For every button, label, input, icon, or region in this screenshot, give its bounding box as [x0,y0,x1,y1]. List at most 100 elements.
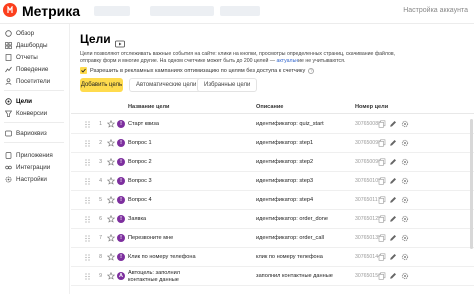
varioquiz-icon [4,129,12,137]
edit-pencil-icon[interactable] [389,158,397,166]
table-row[interactable]: 3! Вопрос 2 идентификатор: step2 307650096 [71,153,474,172]
sidebar-item-visitors[interactable]: Посетители [4,76,68,86]
column-header-name[interactable]: Название цели [128,104,170,110]
drag-handle-icon[interactable] [85,216,90,223]
goal-condition: идентификатор: step4 [256,197,314,203]
table-row[interactable]: 8! Клик по номеру телефона клик по номеру … [71,248,474,267]
copy-icon[interactable] [378,120,386,128]
star-icon[interactable] [107,139,115,147]
sidebar-item-goals[interactable]: Цели [4,96,68,106]
edit-pencil-icon[interactable] [389,234,397,242]
goal-name[interactable]: Вопрос 4 [128,197,152,203]
sidebar-item-apps[interactable]: Приложения [4,150,68,160]
drag-handle-icon[interactable] [85,178,90,185]
gear-icon[interactable] [401,139,409,147]
goal-name[interactable]: Вопрос 2 [128,159,152,165]
drag-handle-icon[interactable] [85,273,90,280]
drag-handle-icon[interactable] [85,121,90,128]
sidebar-item-overview[interactable]: Обзор [4,28,68,38]
edit-pencil-icon[interactable] [389,272,397,280]
sidebar-item-settings[interactable]: Настройки [4,174,68,184]
star-icon[interactable] [107,215,115,223]
copy-icon[interactable] [378,196,386,204]
gear-icon[interactable] [401,234,409,242]
drag-handle-icon[interactable] [85,235,90,242]
info-icon[interactable]: ? [308,67,315,74]
copy-icon[interactable] [378,158,386,166]
goal-condition: идентификатор: order_call [256,235,324,241]
description-text: Цели позволяют отслеживать важные событи… [80,51,396,64]
sidebar-item-label: Вариоквиз [16,129,47,137]
gear-icon[interactable] [401,272,409,280]
sidebar-item-varioquiz[interactable]: Вариоквиз [4,128,68,138]
table-row[interactable]: 1! Старт квиза идентификатор: quiz_start 30… [71,115,474,134]
star-icon[interactable] [107,196,115,204]
table-row[interactable]: 2! Вопрос 1 идентификатор: step1 307650098 [71,134,474,153]
gear-icon[interactable] [401,253,409,261]
goal-name[interactable]: Клик по номеру телефона [128,254,196,260]
row-number: 3 [99,159,102,165]
sidebar-item-integrations[interactable]: Интеграции [4,162,68,172]
gear-icon[interactable] [401,120,409,128]
edit-pencil-icon[interactable] [389,253,397,261]
goal-name[interactable]: Заявка [128,216,146,222]
copy-icon[interactable] [378,272,386,280]
copy-icon[interactable] [378,215,386,223]
goal-name[interactable]: Старт квиза [128,121,159,127]
edit-pencil-icon[interactable] [389,177,397,185]
drag-handle-icon[interactable] [85,140,90,147]
gear-icon[interactable] [401,158,409,166]
row-number: 4 [99,178,102,184]
gear-icon[interactable] [401,196,409,204]
table-row[interactable]: 7! Перезвоните мне идентификатор: order_ca… [71,229,474,248]
description-link[interactable]: актуальн [276,58,298,64]
gear-icon[interactable] [401,177,409,185]
sidebar-item-label: Интеграции [16,163,51,171]
conversions-icon [4,109,12,117]
edit-pencil-icon[interactable] [389,139,397,147]
copy-icon[interactable] [378,177,386,185]
drag-handle-icon[interactable] [85,254,90,261]
drag-handle-icon[interactable] [85,159,90,166]
edit-pencil-icon[interactable] [389,196,397,204]
sidebar: Обзор Дашборды Отчеты Поведение Посетите… [0,24,70,294]
gear-icon[interactable] [401,215,409,223]
add-goal-button[interactable]: Добавить цель [80,78,123,92]
drag-handle-icon[interactable] [85,197,90,204]
sidebar-item-dashboards[interactable]: Дашборды [4,40,68,50]
goal-name[interactable]: Вопрос 3 [128,178,152,184]
scrollbar[interactable] [470,119,473,249]
goal-name[interactable]: Вопрос 1 [128,140,152,146]
tab-favorite-goals[interactable]: Избранные цели [197,78,258,92]
table-row[interactable]: 9 A Автоцель: заполнил контактные данные за… [71,267,474,286]
star-icon[interactable] [107,253,115,261]
edit-pencil-icon[interactable] [389,120,397,128]
star-icon[interactable] [107,120,115,128]
goal-name[interactable]: Автоцель: заполнил контактные данные [128,270,194,283]
metrika-logo-icon[interactable] [3,3,17,17]
star-icon[interactable] [107,177,115,185]
account-settings-link[interactable]: Настройка аккаунта [403,7,468,14]
table-row[interactable]: 5! Вопрос 4 идентификатор: step4 307650117 [71,191,474,210]
logo-text[interactable]: Метрика [22,3,80,19]
row-number: 2 [99,140,102,146]
goal-condition: идентификатор: step3 [256,178,314,184]
sidebar-item-conversions[interactable]: Конверсии [4,108,68,118]
star-icon[interactable] [107,234,115,242]
sidebar-item-behavior[interactable]: Поведение [4,64,68,74]
copy-icon[interactable] [378,234,386,242]
goal-type-icon: ! [117,177,125,185]
table-row[interactable]: 4! Вопрос 3 идентификатор: step3 307650109 [71,172,474,191]
video-help-icon[interactable] [115,35,125,48]
star-icon[interactable] [107,158,115,166]
sidebar-item-reports[interactable]: Отчеты [4,52,68,62]
copy-icon[interactable] [378,139,386,147]
ad-optimization-checkbox[interactable] [80,67,87,74]
page-title: Цели [80,32,111,46]
star-icon[interactable] [107,272,115,280]
sidebar-item-label: Обзор [16,29,35,37]
table-row[interactable]: 6! Заявка идентификатор: order_done 3076501… [71,210,474,229]
copy-icon[interactable] [378,253,386,261]
goal-name[interactable]: Перезвоните мне [128,235,173,241]
edit-pencil-icon[interactable] [389,215,397,223]
